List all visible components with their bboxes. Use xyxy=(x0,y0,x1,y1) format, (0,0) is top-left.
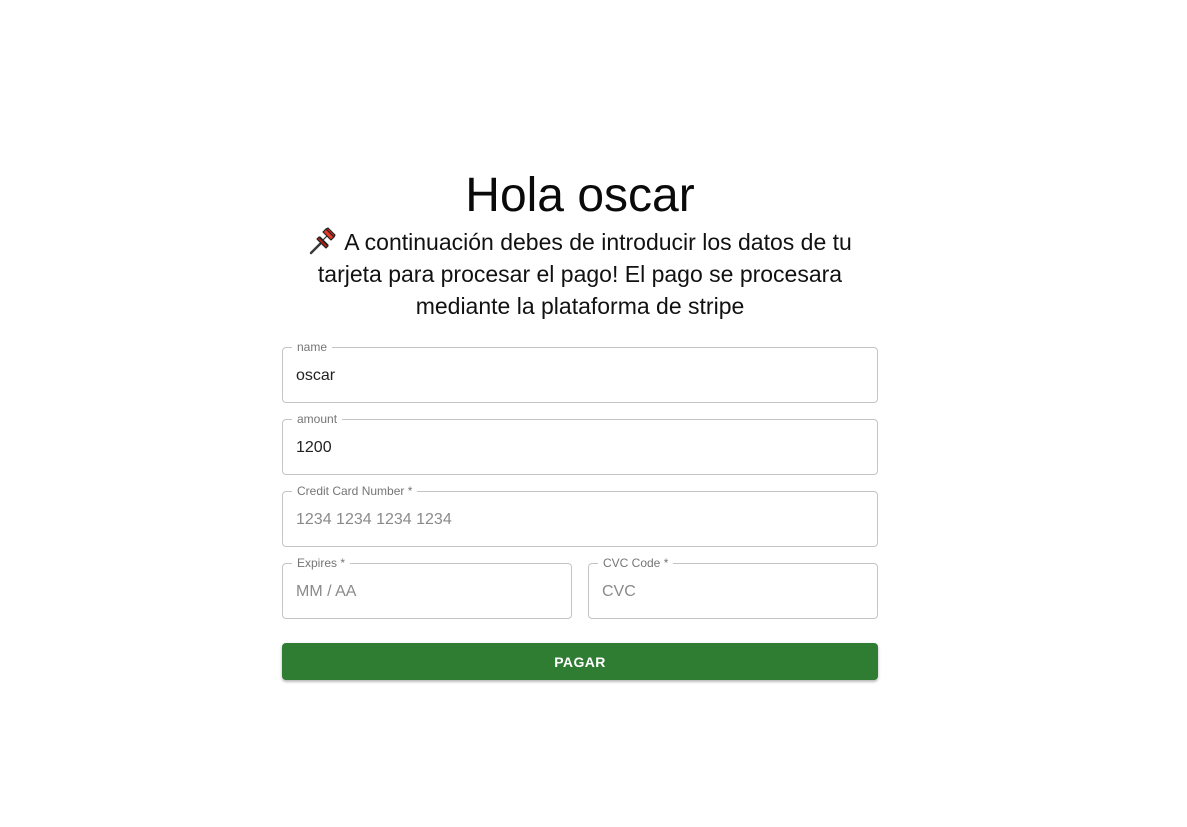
instructions-message: A continuación debes de introducir los d… xyxy=(317,229,852,319)
payment-panel: Hola oscar A continuación debes de intro… xyxy=(282,168,878,680)
cvc-field-label: CVC Code * xyxy=(598,556,674,570)
card-number-placeholder[interactable]: 1234 1234 1234 1234 xyxy=(296,510,452,530)
name-field-value[interactable]: oscar xyxy=(296,366,335,386)
expiry-cvc-row: Expires * MM / AA CVC Code * CVC xyxy=(282,556,878,635)
card-number-field[interactable]: Credit Card Number * 1234 1234 1234 1234 xyxy=(282,484,878,547)
amount-field-value[interactable]: 1200 xyxy=(296,438,332,458)
expires-placeholder[interactable]: MM / AA xyxy=(296,582,356,602)
expires-field-label: Expires * xyxy=(292,556,351,570)
payment-form: name oscar amount 1200 Credit Card Numbe… xyxy=(282,340,878,680)
pay-button[interactable]: PAGAR xyxy=(282,643,878,680)
expires-field[interactable]: Expires * MM / AA xyxy=(282,556,572,619)
amount-field-label: amount xyxy=(292,412,343,426)
name-field-label: name xyxy=(292,340,333,354)
instructions-text: A continuación debes de introducir los d… xyxy=(290,226,870,322)
name-field[interactable]: name oscar xyxy=(282,340,878,403)
amount-field[interactable]: amount 1200 xyxy=(282,412,878,475)
card-number-field-label: Credit Card Number * xyxy=(292,484,418,498)
pushpin-icon xyxy=(308,227,338,255)
page-title: Hola oscar xyxy=(465,169,695,222)
cvc-placeholder[interactable]: CVC xyxy=(602,582,636,602)
cvc-field[interactable]: CVC Code * CVC xyxy=(588,556,878,619)
